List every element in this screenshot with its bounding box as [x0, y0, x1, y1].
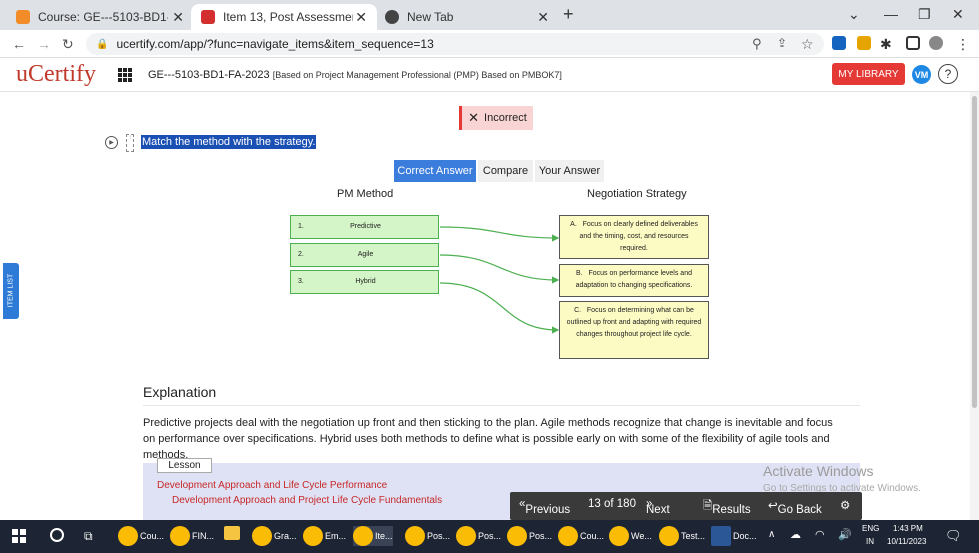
windows-taskbar: ⧉ Cou... FIN... Gra... Em... Ite... Pos.…: [0, 520, 979, 553]
go-back-button[interactable]: ↩ Go Back: [768, 498, 822, 516]
taskbar-app[interactable]: Test...: [659, 526, 705, 546]
task-view-icon[interactable]: ⧉: [84, 529, 93, 544]
item-position: 13 of 180: [588, 498, 636, 510]
explanation-text: Predictive projects deal with the negoti…: [143, 417, 833, 461]
taskbar-app[interactable]: Cou...: [558, 526, 604, 546]
lesson-link[interactable]: Development Approach and Life Cycle Perf…: [157, 480, 387, 491]
lesson-link[interactable]: Development Approach and Project Life Cy…: [172, 495, 442, 506]
taskbar-app[interactable]: Pos...: [405, 526, 450, 546]
explanation-heading: Explanation: [143, 384, 217, 400]
clock-time[interactable]: 1:43 PM: [893, 524, 923, 533]
settings-gear-icon[interactable]: ⚙: [840, 498, 850, 512]
lesson-tab[interactable]: Lesson: [157, 458, 212, 473]
windows-start-icon[interactable]: [12, 529, 26, 543]
connector-2-B: [439, 254, 560, 284]
clock-date: 10/11/2023: [887, 537, 927, 546]
file-explorer-icon[interactable]: [224, 526, 242, 540]
connector-1-A: [439, 226, 560, 242]
previous-button[interactable]: « Previous: [519, 498, 570, 516]
taskbar-app[interactable]: Em...: [303, 526, 346, 546]
language-indicator[interactable]: ENG: [862, 524, 879, 533]
tray-chevron-icon[interactable]: ∧: [768, 529, 775, 540]
volume-icon[interactable]: 🔊: [838, 528, 852, 541]
results-button[interactable]: 🗎 Results: [703, 498, 751, 517]
taskbar-app-word[interactable]: Doc...: [711, 526, 757, 546]
taskbar-app[interactable]: FIN...: [170, 526, 214, 546]
divider: [143, 405, 860, 406]
region-indicator: IN: [866, 537, 874, 546]
search-icon[interactable]: [50, 528, 64, 542]
taskbar-app[interactable]: Pos...: [507, 526, 552, 546]
onedrive-icon[interactable]: ☁: [790, 528, 801, 541]
next-button[interactable]: Next »: [646, 498, 670, 516]
taskbar-app[interactable]: Pos...: [456, 526, 501, 546]
connector-3-C: [439, 282, 560, 334]
taskbar-app[interactable]: We...: [609, 526, 652, 546]
activate-windows-watermark: Activate Windows: [763, 463, 874, 479]
item-navigator: « Previous 13 of 180 Next » 🗎 Results ↩ …: [510, 492, 862, 520]
taskbar-app-active[interactable]: Ite...: [353, 526, 393, 546]
wifi-icon[interactable]: ◠: [815, 528, 825, 541]
taskbar-app[interactable]: Gra...: [252, 526, 297, 546]
notifications-icon[interactable]: 🗨: [945, 528, 962, 544]
taskbar-app[interactable]: Cou...: [118, 526, 164, 546]
